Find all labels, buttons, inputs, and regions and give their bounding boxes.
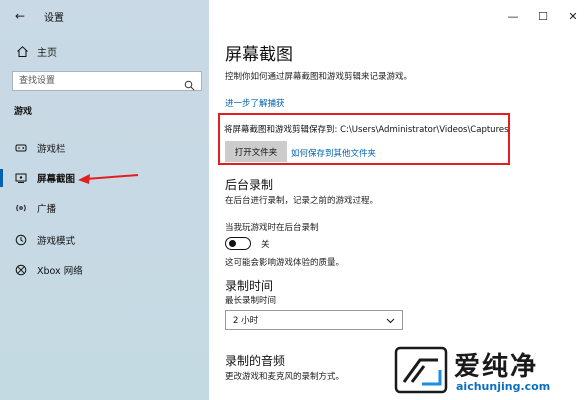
back-button[interactable]: ← <box>0 0 40 32</box>
red-arrow-annotation <box>78 174 139 184</box>
sidebar-item-home[interactable]: 主页 <box>16 44 57 59</box>
game-mode-icon <box>15 234 27 246</box>
search-icon[interactable] <box>184 76 195 91</box>
dropdown-value: 2 小时 <box>233 316 259 326</box>
background-recording-toggle[interactable] <box>225 237 251 250</box>
sidebar-item-xbox-network[interactable]: Xbox 网络 <box>0 255 209 285</box>
watermark-brand: 爱纯净 <box>454 352 539 382</box>
title-bar: ← 设置 <box>0 0 209 32</box>
maximize-button[interactable]: ☐ <box>528 0 558 32</box>
sidebar-item-game-bar[interactable]: 游戏栏 <box>0 133 209 163</box>
sidebar-item-game-mode[interactable]: 游戏模式 <box>0 225 209 255</box>
save-elsewhere-link[interactable]: 如何保存到其他文件夹 <box>291 147 376 159</box>
sidebar: ← 设置 主页 游戏 游戏栏 屏幕截图 广播 <box>0 0 209 400</box>
app-title: 设置 <box>44 12 64 24</box>
active-indicator <box>0 169 3 187</box>
broadcast-icon <box>15 202 27 214</box>
home-label: 主页 <box>37 48 57 59</box>
toggle-knob <box>229 240 236 247</box>
sidebar-item-broadcast[interactable]: 广播 <box>0 193 209 223</box>
close-button[interactable]: ✕ <box>558 0 588 32</box>
watermark-url: aichunjing.com <box>456 380 551 393</box>
captures-icon <box>15 172 27 184</box>
search-box[interactable] <box>12 71 202 91</box>
sidebar-item-label: 游戏模式 <box>37 236 76 247</box>
sidebar-item-label: 广播 <box>37 204 57 215</box>
sidebar-item-label: 游戏栏 <box>37 144 66 155</box>
background-recording-note: 这可能会影响游戏体验的质量。 <box>225 258 345 268</box>
max-record-time-dropdown[interactable]: 2 小时 <box>225 310 403 330</box>
record-time-heading: 录制时间 <box>225 279 274 293</box>
page-title: 屏幕截图 <box>225 45 293 65</box>
window-controls: — ☐ ✕ <box>498 0 588 32</box>
xbox-icon <box>15 264 27 276</box>
home-icon <box>16 45 29 58</box>
sidebar-item-label: 屏幕截图 <box>37 174 76 185</box>
recorded-audio-heading: 录制的音频 <box>225 354 286 368</box>
background-recording-heading: 后台录制 <box>225 178 274 192</box>
learn-more-link[interactable]: 进一步了解捕获 <box>225 97 285 109</box>
page-subtitle: 控制你如何通过屏幕截图和游戏剪辑来记录游戏。 <box>225 72 413 82</box>
game-bar-icon <box>15 142 27 154</box>
search-input[interactable] <box>13 75 181 87</box>
toggle-state-label: 关 <box>261 240 270 250</box>
section-label-gaming: 游戏 <box>14 107 33 117</box>
background-recording-description: 在后台进行录制，记录之前的游戏过程。 <box>225 196 379 206</box>
save-path-text: 将屏幕截图和游戏剪辑保存到: C:\Users\Administrator\Vi… <box>224 125 509 135</box>
chevron-down-icon <box>386 316 395 325</box>
minimize-button[interactable]: — <box>498 0 528 32</box>
open-folder-button[interactable]: 打开文件夹 <box>225 141 287 162</box>
record-time-label: 最长录制时间 <box>225 296 277 306</box>
recorded-audio-description: 更改游戏和麦克风的录制方式。 <box>225 372 345 382</box>
background-toggle-caption: 当我玩游戏时在后台录制 <box>225 223 319 233</box>
main-panel: — ☐ ✕ 屏幕截图 控制你如何通过屏幕截图和游戏剪辑来记录游戏。 进一步了解捕… <box>209 0 588 400</box>
sidebar-item-label: Xbox 网络 <box>37 266 83 277</box>
